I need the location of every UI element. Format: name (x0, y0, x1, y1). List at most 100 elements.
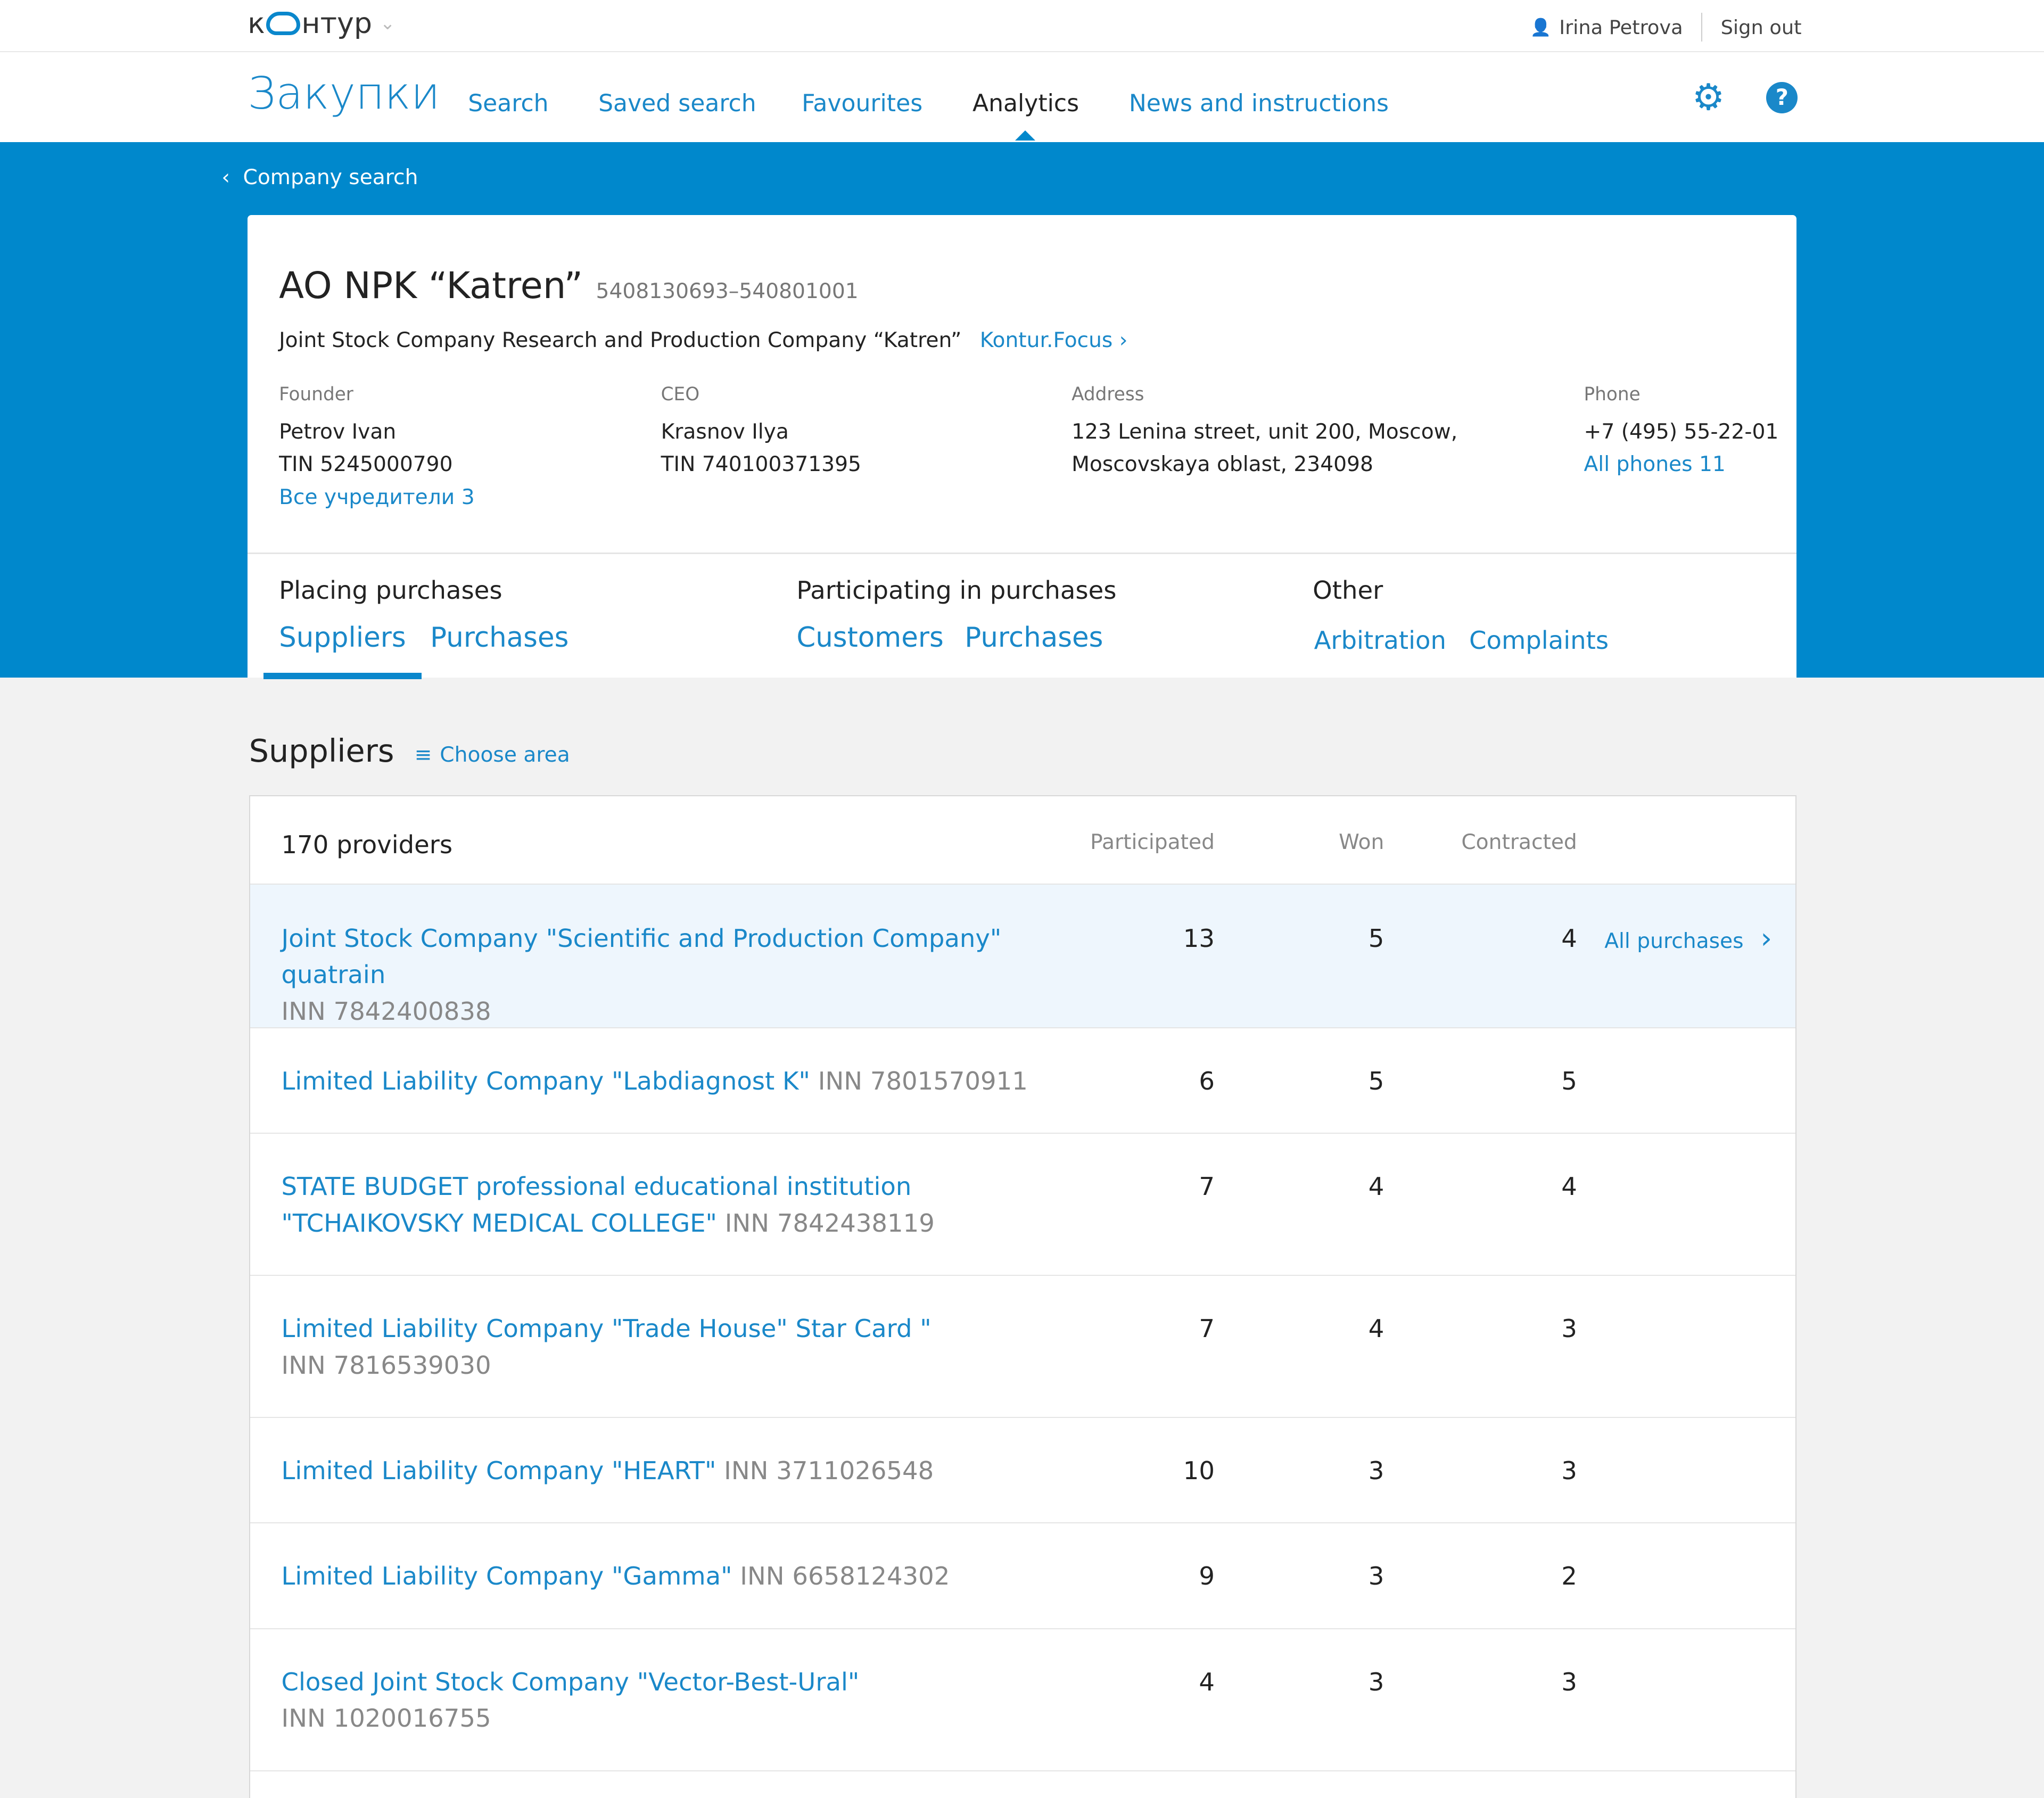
participated-value: 9 (1199, 1562, 1215, 1591)
nav-analytics[interactable]: Analytics (972, 90, 1079, 141)
choose-area-button[interactable]: ≡ Choose area (415, 743, 570, 767)
top-bar: к нтур ⌄ 👤 Irina Petrova Sign out (0, 0, 2044, 52)
supplier-cell: Limited Liability Company "Gamma" INN 66… (282, 1558, 1064, 1595)
contracted-value: 4 (1561, 923, 1577, 953)
supplier-cell: STATE BUDGET professional educational in… (282, 1168, 1064, 1241)
participated-value: 7 (1199, 1314, 1215, 1343)
chevron-left-icon: ‹ (221, 166, 230, 190)
won-value: 3 (1368, 1562, 1384, 1591)
table-header: 170 providers Participated Won Contracte… (250, 796, 1795, 885)
won-value: 3 (1368, 1456, 1384, 1485)
supplier-inn: INN 7842400838 (281, 996, 491, 1026)
address-block: Address 123 Lenina street, unit 200, Mos… (1072, 384, 1457, 481)
tab-customers[interactable]: Customers (796, 622, 943, 654)
supplier-cell: Limited Liability Company "Labdiagnost K… (282, 1063, 1064, 1100)
table-row[interactable]: Joint Stock Company "Scientific and Prod… (250, 885, 1795, 1028)
table-row[interactable] (250, 1771, 1795, 1798)
participated-value: 10 (1183, 1456, 1215, 1485)
ceo-tin: TIN 740100371395 (661, 452, 861, 477)
group-participating: Participating in purchases (796, 576, 1117, 605)
supplier-inn: INN 3711026548 (724, 1456, 934, 1485)
nav-news[interactable]: News and instructions (1129, 90, 1389, 117)
table-row[interactable]: STATE BUDGET professional educational in… (250, 1134, 1795, 1276)
divider (248, 552, 1796, 554)
phone-label: Phone (1584, 384, 1641, 406)
nav-saved-search[interactable]: Saved search (598, 90, 756, 117)
contracted-value: 3 (1561, 1456, 1577, 1485)
nav-search[interactable]: Search (468, 90, 548, 117)
all-founders-link[interactable]: Все учредители 3 (279, 481, 475, 514)
supplier-name-link[interactable]: Joint Stock Company "Scientific and Prod… (282, 924, 1002, 989)
chevron-down-icon[interactable]: ⌄ (380, 13, 395, 34)
supplier-inn: INN 6658124302 (740, 1562, 950, 1591)
providers-count: 170 providers (281, 830, 453, 859)
ceo-block: CEO Krasnov Ilya TIN 740100371395 (661, 384, 861, 481)
kontur-logo[interactable]: к нтур ⌄ (248, 6, 395, 40)
breadcrumb-label: Company search (243, 166, 418, 190)
supplier-inn: INN 7801570911 (818, 1066, 1028, 1095)
contracted-value: 4 (1561, 1172, 1577, 1201)
contracted-value: 3 (1561, 1314, 1577, 1343)
address-label: Address (1072, 384, 1144, 406)
tab-purchases-placing[interactable]: Purchases (430, 622, 568, 654)
won-value: 5 (1368, 923, 1384, 953)
col-participated[interactable]: Participated (1084, 830, 1215, 854)
group-placing: Placing purchases (279, 576, 502, 605)
supplier-cell: Limited Liability Company "Trade House" … (282, 1310, 1064, 1383)
contracted-value: 2 (1561, 1562, 1577, 1591)
supplier-name-link[interactable]: Limited Liability Company "Labdiagnost K… (282, 1067, 810, 1095)
company-name: AO NPK “Katren” (279, 265, 583, 308)
won-value: 4 (1368, 1172, 1384, 1201)
address-line2: Moscovskaya oblast, 234098 (1072, 452, 1373, 477)
participated-value: 4 (1199, 1667, 1215, 1696)
chevron-right-icon: › (1760, 921, 1773, 955)
table-row[interactable]: Limited Liability Company "HEART" INN 37… (250, 1418, 1795, 1524)
company-card: AO NPK “Katren” 5408130693–540801001 Join… (248, 215, 1796, 681)
main-nav: Закупки Search Saved search Favourites A… (0, 52, 2044, 142)
won-value: 4 (1368, 1314, 1384, 1343)
company-inn: 5408130693–540801001 (596, 279, 859, 304)
founder-name: Petrov Ivan (279, 420, 397, 444)
phone-block: Phone +7 (495) 55-22-01 All phones 11 (1584, 384, 1779, 481)
won-value: 5 (1368, 1066, 1384, 1095)
sign-out-link[interactable]: Sign out (1721, 16, 1802, 39)
supplier-cell: Limited Liability Company "HEART" INN 37… (282, 1453, 1064, 1489)
breadcrumb[interactable]: ‹ Company search (221, 166, 418, 189)
table-row[interactable]: Limited Liability Company "Trade House" … (250, 1276, 1795, 1418)
table-row[interactable]: Limited Liability Company "Gamma" INN 66… (250, 1523, 1795, 1629)
all-purchases-link[interactable]: All purchases › (1604, 920, 1772, 960)
ceo-label: CEO (661, 384, 700, 406)
brand-title[interactable]: Закупки (248, 68, 440, 119)
help-icon[interactable]: ? (1766, 82, 1798, 114)
supplier-name-link[interactable]: Closed Joint Stock Company "Vector-Best-… (282, 1668, 860, 1696)
won-value: 3 (1368, 1667, 1384, 1696)
supplier-name-link[interactable]: Limited Liability Company "Trade House" … (282, 1314, 932, 1343)
table-row[interactable]: Closed Joint Stock Company "Vector-Best-… (250, 1629, 1795, 1771)
tab-purchases-participating[interactable]: Purchases (965, 622, 1103, 654)
phone-value: +7 (495) 55-22-01 (1584, 420, 1779, 444)
nav-favourites[interactable]: Favourites (802, 90, 922, 117)
cloud-icon (266, 11, 300, 35)
col-contracted[interactable]: Contracted (1423, 830, 1577, 854)
participated-value: 7 (1199, 1172, 1215, 1201)
participated-value: 13 (1183, 923, 1215, 953)
founder-label: Founder (279, 384, 353, 406)
section-title: Suppliers (249, 732, 394, 770)
table-row[interactable]: Limited Liability Company "Labdiagnost K… (250, 1028, 1795, 1134)
supplier-inn: INN 7842438119 (724, 1208, 935, 1238)
supplier-name-link[interactable]: Limited Liability Company "Gamma" (282, 1562, 732, 1590)
tab-complaints[interactable]: Complaints (1469, 626, 1609, 655)
group-other: Other (1313, 576, 1383, 605)
contracted-value: 3 (1561, 1667, 1577, 1696)
col-won[interactable]: Won (1254, 830, 1384, 854)
participated-value: 6 (1199, 1066, 1215, 1095)
gear-icon[interactable]: ⚙ (1692, 79, 1725, 116)
tab-arbitration[interactable]: Arbitration (1314, 626, 1446, 655)
supplier-name-link[interactable]: Limited Liability Company "HEART" (282, 1456, 716, 1485)
kontur-focus-link[interactable]: Kontur.Focus › (980, 328, 1128, 352)
user-name[interactable]: Irina Petrova (1559, 16, 1683, 39)
suppliers-table: 170 providers Participated Won Contracte… (249, 795, 1796, 1798)
tab-suppliers[interactable]: Suppliers (263, 622, 423, 681)
all-phones-link[interactable]: All phones 11 (1584, 448, 1779, 481)
founder-block: Founder Petrov Ivan TIN 5245000790 Все у… (279, 384, 475, 513)
